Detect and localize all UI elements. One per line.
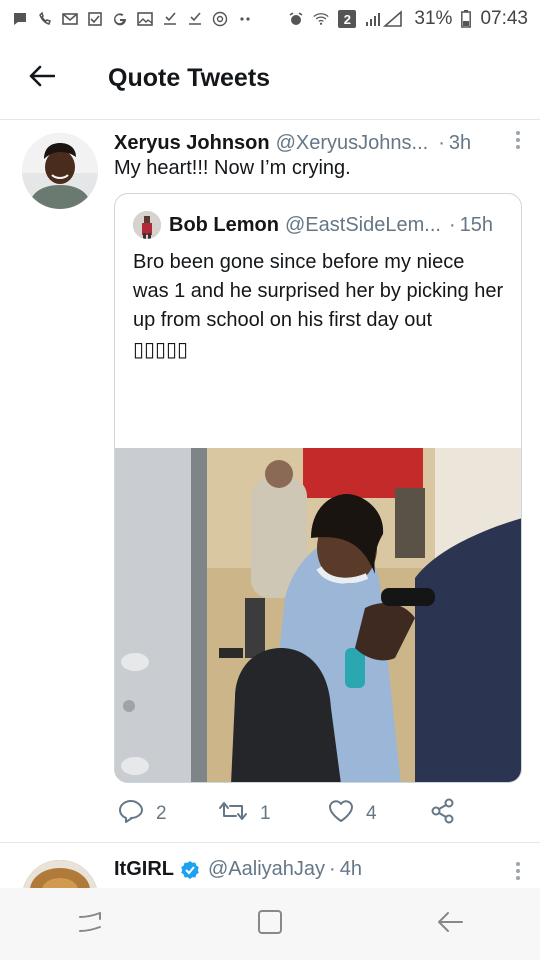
more-vertical-icon <box>515 861 521 886</box>
status-bar-notifications <box>12 11 253 27</box>
download-icon <box>162 11 178 27</box>
quoted-avatar <box>133 211 161 239</box>
quoted-tweet-header: Bob Lemon @EastSideLem... · 15h <box>133 210 513 240</box>
sim-icon: 2 <box>338 10 357 28</box>
app-header: Quote Tweets <box>0 38 540 120</box>
back-nav-button[interactable] <box>420 894 480 954</box>
verified-badge-icon <box>180 860 200 880</box>
gallery-icon <box>137 11 153 27</box>
battery-percent: 31% <box>414 8 453 29</box>
quoted-tweet[interactable]: Bob Lemon @EastSideLem... · 15h Bro been… <box>114 193 522 783</box>
status-bar: 2 31% 07:43 <box>0 0 540 38</box>
heart-icon <box>328 799 354 829</box>
tweet-header: Xeryus Johnson @XeryusJohns... · 3h <box>114 129 524 157</box>
sim-number: 2 <box>343 11 352 27</box>
tweet[interactable]: Xeryus Johnson @XeryusJohns... · 3h My h… <box>0 121 540 843</box>
chat-icon <box>12 11 28 27</box>
home-button[interactable] <box>240 894 300 954</box>
recents-button[interactable] <box>60 894 120 954</box>
share-icon <box>430 798 456 830</box>
author-name[interactable]: Xeryus Johnson <box>114 132 270 155</box>
author-handle[interactable]: @AaliyahJay <box>208 858 325 881</box>
avatar[interactable] <box>22 860 98 888</box>
back-arrow-icon <box>437 911 463 938</box>
page-title: Quote Tweets <box>108 64 271 92</box>
back-button[interactable] <box>0 38 84 120</box>
quoted-text-body: Bro been gone since before my niece was … <box>133 251 504 331</box>
more-dots-icon <box>237 11 253 27</box>
reply-button[interactable]: 2 <box>118 799 167 829</box>
tweet-actions: 2 1 4 <box>114 797 524 831</box>
video-thumbnail <box>115 448 521 782</box>
quoted-tweet-video[interactable] <box>115 448 521 782</box>
separator-dot: · <box>329 858 336 880</box>
like-count: 4 <box>366 803 377 824</box>
more-vertical-icon <box>515 130 521 155</box>
tweet-time[interactable]: 4h <box>340 858 362 881</box>
avatar[interactable] <box>22 133 98 209</box>
more-options-button[interactable] <box>506 858 530 888</box>
quoted-text-emoji: ▯▯▯▯▯ <box>133 337 189 361</box>
retweet-button[interactable]: 1 <box>218 800 271 828</box>
missed-call-icon <box>37 11 53 27</box>
quoted-author-name: Bob Lemon <box>169 213 279 236</box>
status-bar-system: 2 31% 07:43 <box>288 8 528 30</box>
separator-dot: · <box>448 213 456 236</box>
reply-icon <box>118 799 144 829</box>
quoted-author-handle: @EastSideLem... <box>285 213 441 236</box>
checkbox-icon <box>87 11 103 27</box>
tweet-time[interactable]: 3h <box>449 132 471 155</box>
retweet-icon <box>218 800 248 828</box>
system-nav-bar <box>0 888 540 960</box>
status-time: 07:43 <box>480 8 528 29</box>
wifi-icon <box>313 11 330 27</box>
author-name[interactable]: ItGIRL <box>114 858 174 881</box>
more-options-button[interactable] <box>506 127 530 157</box>
author-handle[interactable]: @XeryusJohns... <box>276 132 429 155</box>
share-button[interactable] <box>430 798 456 830</box>
camera-icon <box>212 11 228 27</box>
arrow-left-icon <box>29 65 56 92</box>
recents-icon <box>77 911 103 938</box>
tweet-text: My heart!!! Now I’m crying. <box>114 157 351 179</box>
battery-icon <box>461 10 472 28</box>
gmail-icon <box>62 11 78 27</box>
google-icon <box>112 11 128 27</box>
separator-dot: · <box>438 131 445 154</box>
signal-icon <box>365 10 405 27</box>
reply-count: 2 <box>156 803 167 824</box>
retweet-count: 1 <box>260 803 271 824</box>
like-button[interactable]: 4 <box>328 799 377 829</box>
quoted-tweet-text: Bro been gone since before my niece was … <box>133 248 505 365</box>
home-icon <box>257 909 283 940</box>
tweet-header: ItGIRL @AaliyahJay · 4h <box>114 858 524 881</box>
download-icon <box>187 11 203 27</box>
next-tweet[interactable]: ItGIRL @AaliyahJay · 4h <box>0 844 540 888</box>
alarm-icon <box>288 11 304 27</box>
quoted-tweet-time: 15h <box>459 213 493 236</box>
